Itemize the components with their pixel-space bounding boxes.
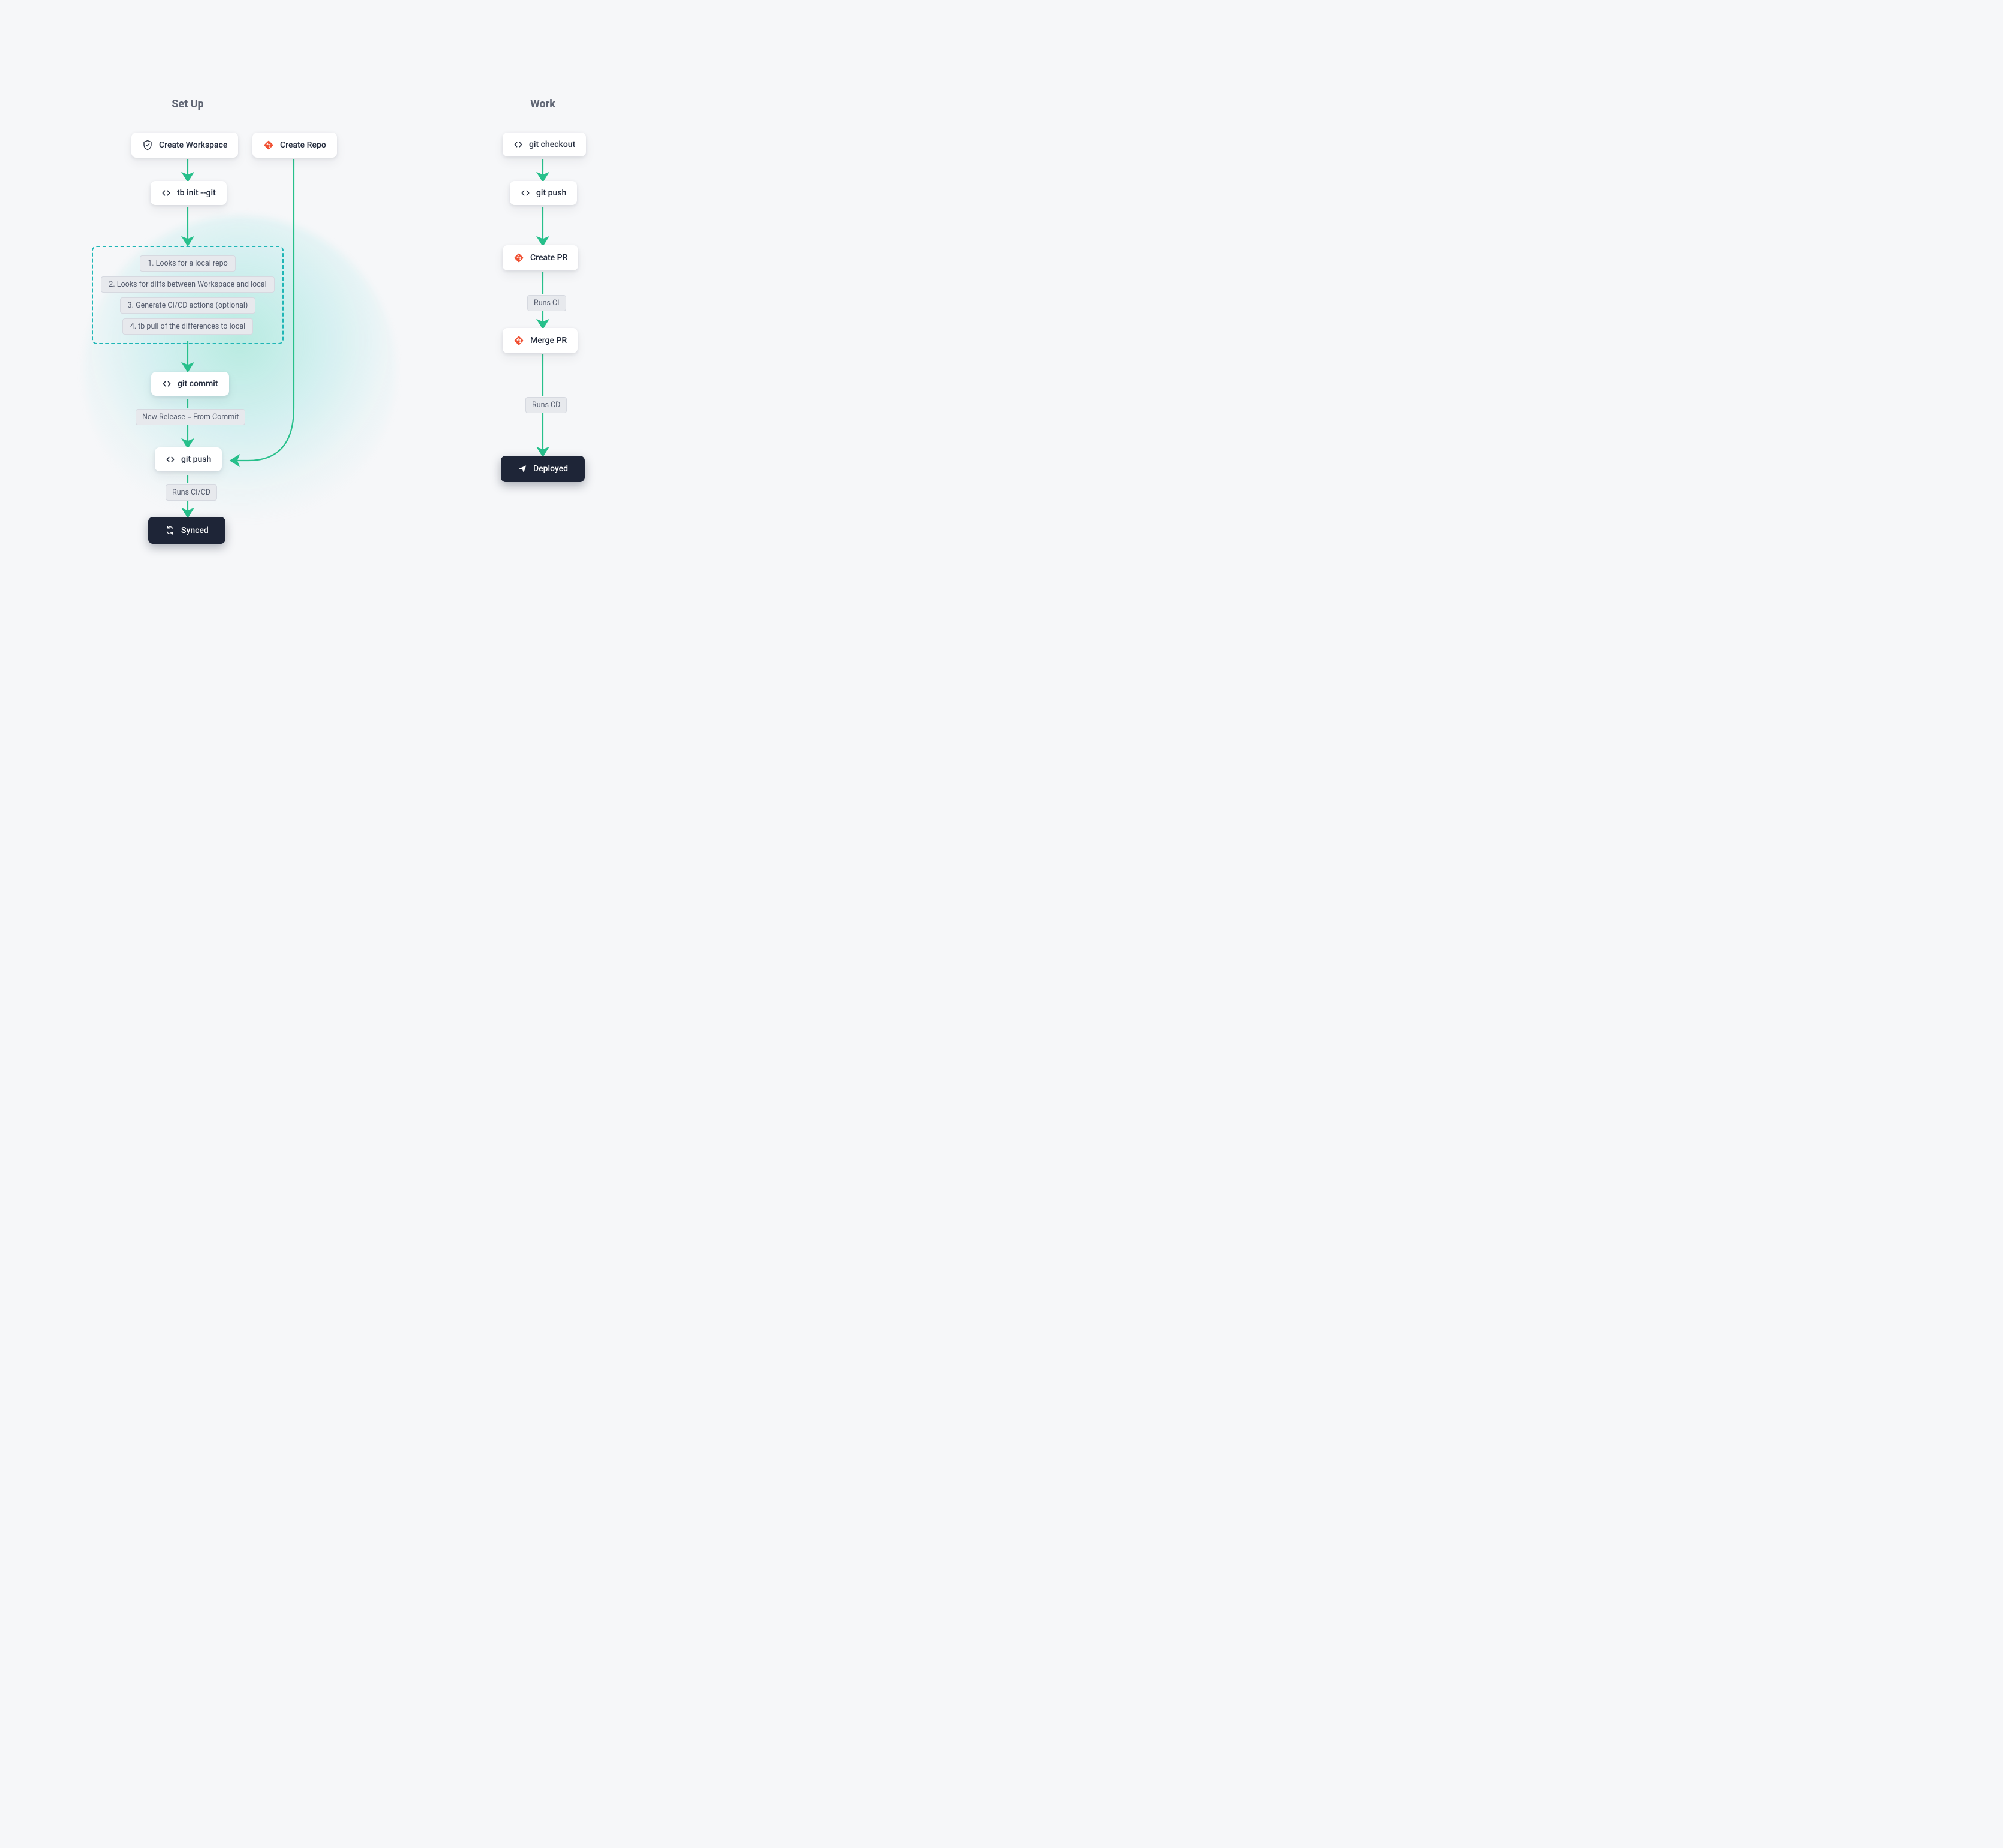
code-icon [166, 455, 175, 464]
work-git-push-node: git push [510, 181, 577, 205]
setup-heading: Set Up [156, 98, 219, 110]
init-steps-group: 1. Looks for a local repo 2. Looks for d… [92, 246, 284, 344]
runs-ci-pill: Runs CI [527, 295, 566, 311]
git-commit-node: git commit [151, 372, 229, 396]
create-pr-node: Create PR [503, 245, 578, 270]
create-repo-node: Create Repo [252, 133, 337, 158]
init-step-1: 1. Looks for a local repo [140, 255, 236, 272]
merge-pr-label: Merge PR [530, 336, 567, 345]
work-git-push-label: git push [536, 188, 566, 198]
work-heading: Work [519, 98, 566, 110]
setup-git-push-node: git push [155, 447, 222, 471]
init-step-4: 4. tb pull of the differences to local [122, 318, 253, 335]
rocket-icon [518, 464, 527, 474]
git-checkout-label: git checkout [529, 140, 575, 149]
setup-git-push-label: git push [181, 455, 211, 464]
code-icon [162, 379, 172, 389]
create-pr-label: Create PR [530, 253, 567, 263]
merge-pr-node: Merge PR [503, 328, 578, 353]
runs-cicd-pill: Runs CI/CD [166, 484, 217, 501]
code-icon [513, 140, 523, 149]
git-icon [513, 335, 524, 346]
create-repo-label: Create Repo [280, 140, 326, 150]
sync-icon [165, 525, 175, 535]
code-icon [521, 188, 530, 198]
tb-init-node: tb init --git [151, 181, 227, 205]
synced-node: Synced [148, 517, 225, 544]
shield-check-icon [142, 140, 153, 151]
deployed-node: Deployed [501, 456, 585, 482]
init-step-2: 2. Looks for diffs between Workspace and… [101, 276, 274, 293]
git-checkout-node: git checkout [503, 133, 586, 156]
code-icon [161, 188, 171, 198]
git-icon [263, 140, 274, 151]
runs-cd-pill: Runs CD [525, 397, 567, 413]
git-icon [513, 252, 524, 263]
git-commit-label: git commit [178, 379, 218, 389]
create-workspace-node: Create Workspace [131, 133, 238, 158]
deployed-label: Deployed [533, 464, 568, 474]
tb-init-label: tb init --git [177, 188, 216, 198]
create-workspace-label: Create Workspace [159, 140, 227, 150]
diagram-canvas: Set Up Work Create Workspace Create Repo… [0, 0, 667, 616]
init-step-3: 3. Generate CI/CD actions (optional) [120, 297, 256, 314]
release-note-pill: New Release = From Commit [136, 409, 245, 425]
synced-label: Synced [181, 526, 209, 535]
